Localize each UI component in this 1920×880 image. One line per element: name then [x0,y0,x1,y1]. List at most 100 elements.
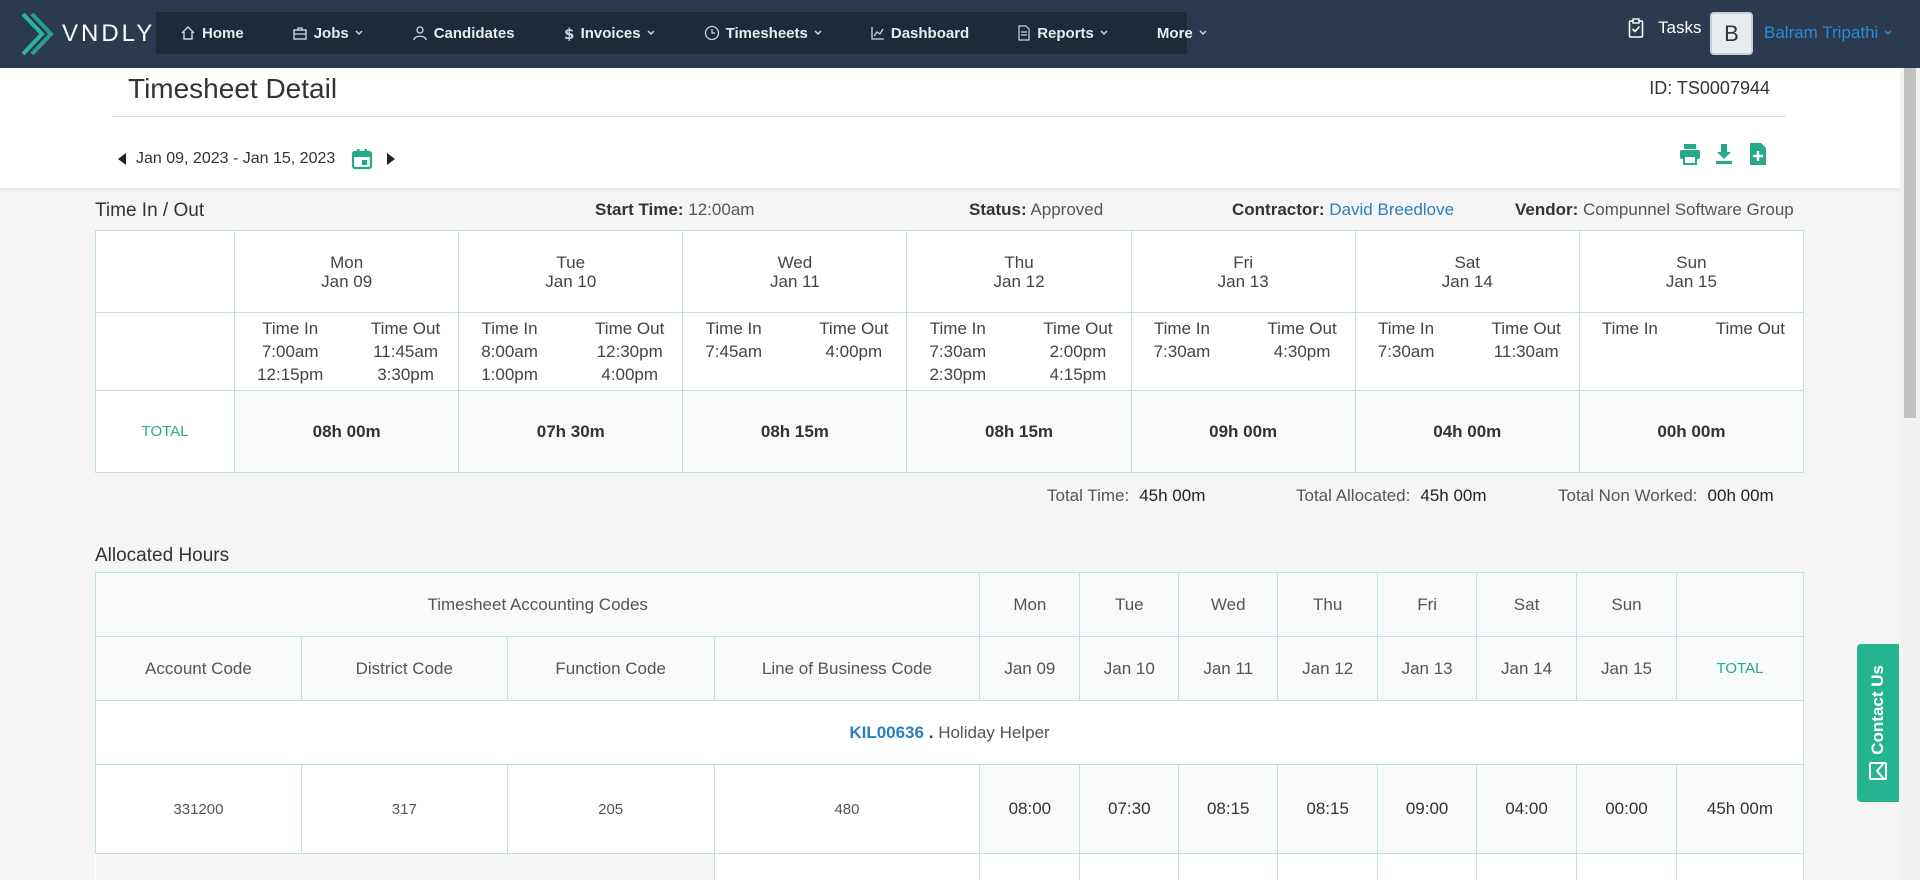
briefcase-icon [292,27,307,40]
time-in-col: Time In 7:30am [1154,317,1211,363]
previous-week-icon[interactable] [116,152,128,166]
nav-home-label: Home [202,24,244,42]
header-actions [1678,142,1770,166]
day-header-mon: Mon Jan 09 [234,230,460,313]
time-out-label: Time Out [1043,319,1113,338]
nav-reports[interactable]: Reports [993,12,1133,54]
total-allocated: Total Allocated: 45h 00m [1296,486,1487,506]
time-out-label: Time Out [819,319,889,338]
time-out-label: Time Out [595,319,665,338]
logo-mark-icon [21,12,54,56]
add-document-icon[interactable] [1746,142,1770,166]
empty-cell [1675,853,1805,880]
nav-home[interactable]: Home [156,12,268,54]
contact-us-label: Contact Us [1868,665,1887,755]
alloc-day-name: Sun [1576,572,1677,637]
allocated-hours-title: Allocated Hours [95,545,230,566]
total-time-label: Total Time: [1047,486,1130,505]
chart-line-icon [871,27,884,40]
time-in-label: Time In [262,319,319,338]
nav-jobs[interactable]: Jobs [268,12,388,54]
logo-text: VNDLY [62,20,156,47]
time-in-label: Time In [481,319,538,338]
time-in-out-title: Time In / Out [95,200,205,221]
total-allocated-value: 45h 00m [1420,486,1487,505]
day-header-sat: Sat Jan 14 [1354,230,1580,313]
hours-cell: 08:15 [1277,764,1379,854]
nav-timesheets[interactable]: Timesheets [680,12,847,54]
divider [112,116,1786,117]
home-icon [181,26,195,40]
table-row: 331200 317 205 480 08:00 07:30 08:15 08:… [95,764,1805,854]
time-out-value: 11:30am [1493,342,1559,361]
time-in-value: 7:45am [705,342,763,361]
clock-icon [704,25,719,41]
total-non-worked-label: Total Non Worked: [1558,486,1698,505]
start-time: Start Time: 12:00am [595,200,754,220]
day-date: Jan 13 [1217,271,1269,291]
alloc-day-date: Jan 11 [1178,636,1279,701]
nav-jobs-label: Jobs [313,24,349,42]
time-out-col: Time Out 12:30pm 4:00pm [595,317,664,386]
day-total: 08h 00m [234,390,460,473]
empty-cell [1476,853,1578,880]
hours-cell: 08:15 [1178,764,1279,854]
nav-more[interactable]: More [1133,12,1232,54]
scrollbar-thumb[interactable] [1904,68,1916,418]
alloc-subheader-row: Account Code District Code Function Code… [95,636,1805,701]
day-total: 08h 15m [682,390,908,473]
download-icon[interactable] [1712,142,1736,166]
time-in-col: Time In 7:30am [1378,317,1435,363]
vndly-logo[interactable]: VNDLY [20,10,155,58]
function-code: 205 [506,764,715,854]
total-time: Total Time: 45h 00m [1047,486,1205,506]
contractor: Contractor: David Breedlove [1232,200,1454,220]
contact-us-tab[interactable]: Contact Us [1857,644,1899,802]
print-icon[interactable] [1678,142,1702,166]
time-out-label: Time Out [1267,319,1337,338]
vertical-scrollbar[interactable] [1900,68,1920,880]
calendar-icon[interactable] [351,148,373,170]
contractor-label: Contractor: [1232,200,1325,219]
page-title: Timesheet Detail [128,73,338,104]
time-out-value: 11:45am [373,342,439,361]
main-nav: Home Jobs Candidates $ Invoices Timeshee… [156,12,1207,54]
alloc-day-date: Jan 13 [1377,636,1478,701]
district-code-header: District Code [300,636,508,701]
empty-cell [1377,853,1478,880]
alloc-total-header: TOTAL [1675,636,1805,701]
time-out-col: Time Out 2:00pm 4:15pm [1043,317,1112,386]
project-separator: . [928,722,934,742]
day-name: Sat [1454,252,1481,272]
total-label: TOTAL [94,390,236,473]
project-row: KIL00636 . Holiday Helper [95,700,1804,765]
time-in-label: Time In [1601,319,1658,338]
hours-cell: 09:00 [1377,764,1478,854]
day-header-wed: Wed Jan 11 [682,230,908,313]
empty-cell [979,853,1081,880]
next-week-icon[interactable] [385,152,397,166]
tasks-button[interactable]: Tasks [1628,18,1701,38]
chevron-down-icon [1100,30,1108,36]
date-navigator: Jan 09, 2023 - Jan 15, 2023 [116,148,397,170]
day-date: Jan 14 [1441,271,1493,291]
alloc-day-name: Wed [1178,572,1279,637]
day-name: Fri [1233,252,1254,272]
timesheet-header: Timesheet Detail ID: TS0007944 Jan 09, 2… [0,68,1900,188]
project-code[interactable]: KIL00636 [849,723,924,742]
nav-candidates[interactable]: Candidates [388,12,539,54]
chevron-down-icon [355,30,363,36]
time-in-value: 8:00am [481,342,538,361]
district-code: 317 [300,764,508,854]
nav-dashboard[interactable]: Dashboard [847,12,993,54]
account-code-header: Account Code [95,636,302,701]
contractor-link[interactable]: David Breedlove [1329,200,1454,219]
nav-invoices[interactable]: $ Invoices [539,12,680,54]
user-menu[interactable]: Balram Tripathi [1764,23,1893,43]
day-date: Jan 10 [545,271,597,291]
nav-timesheets-label: Timesheets [725,24,808,42]
avatar[interactable]: B [1710,12,1753,55]
start-time-value: 12:00am [688,200,755,219]
envelope-icon [1869,761,1887,780]
day-total: 08h 15m [906,390,1132,473]
